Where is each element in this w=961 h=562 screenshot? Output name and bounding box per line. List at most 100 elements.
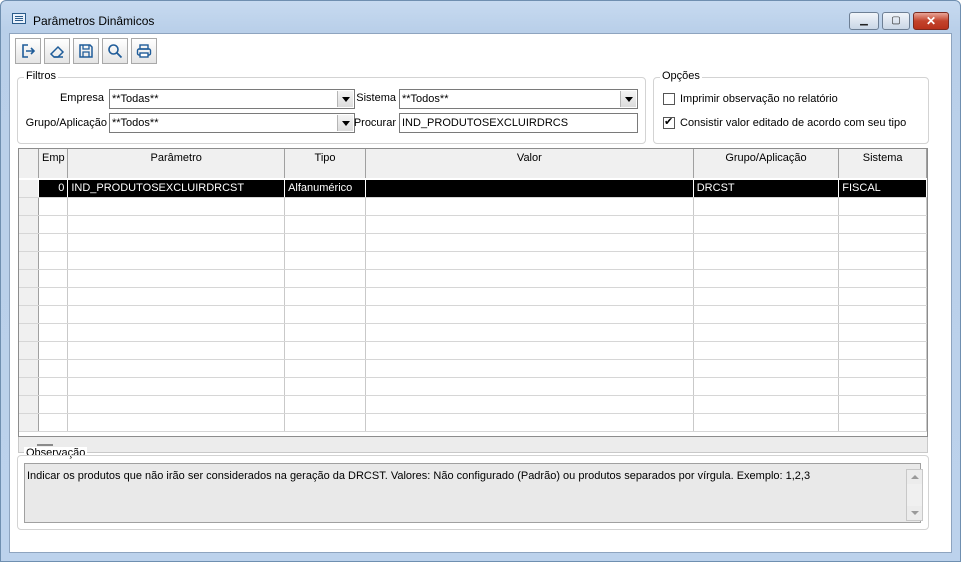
empty-cell[interactable] [365,359,694,378]
empty-cell[interactable] [365,323,694,342]
empty-cell[interactable] [284,323,366,342]
row-indicator[interactable] [19,251,40,270]
empty-cell[interactable] [365,341,694,360]
empty-cell[interactable] [365,233,694,252]
print-observation-checkbox[interactable]: Imprimir observação no relatório [663,93,838,105]
empty-cell[interactable] [838,251,927,270]
checkbox-box-checked[interactable] [663,115,675,129]
row-indicator[interactable] [19,323,40,342]
search-button[interactable] [102,38,128,64]
scroll-down-icon[interactable] [907,506,922,520]
table-row-empty[interactable] [19,413,927,432]
empty-cell[interactable] [38,215,69,234]
empty-cell[interactable] [365,287,694,306]
table-row-empty[interactable] [19,395,927,414]
empty-cell[interactable] [284,359,366,378]
empty-cell[interactable] [67,269,286,288]
empty-cell[interactable] [693,395,840,414]
empty-cell[interactable] [693,269,840,288]
empty-cell[interactable] [365,269,694,288]
procurar-input[interactable]: IND_PRODUTOSEXCLUIRDRCS [399,113,638,133]
empty-cell[interactable] [838,269,927,288]
empty-cell[interactable] [284,287,366,306]
empty-cell[interactable] [838,197,927,216]
chevron-down-icon[interactable] [337,91,353,107]
empty-cell[interactable] [693,251,840,270]
column-header-sistema[interactable]: Sistema [838,149,927,180]
empty-cell[interactable] [67,197,286,216]
empty-cell[interactable] [365,251,694,270]
print-button[interactable] [131,38,157,64]
empty-cell[interactable] [284,413,366,432]
table-row-empty[interactable] [19,377,927,396]
grupo-select[interactable]: **Todos** [109,113,355,133]
exit-button[interactable] [15,38,41,64]
empty-cell[interactable] [67,413,286,432]
empty-cell[interactable] [693,359,840,378]
empty-cell[interactable] [838,377,927,396]
empresa-select[interactable]: **Todas** [109,89,355,109]
empty-cell[interactable] [365,197,694,216]
empty-cell[interactable] [365,215,694,234]
empty-cell[interactable] [365,305,694,324]
row-indicator[interactable] [19,377,40,396]
empty-cell[interactable] [284,251,366,270]
column-header-tipo[interactable]: Tipo [284,149,366,180]
empty-cell[interactable] [38,305,69,324]
table-row-empty[interactable] [19,197,927,216]
empty-cell[interactable] [38,287,69,306]
empty-cell[interactable] [67,305,286,324]
empty-cell[interactable] [365,413,694,432]
clear-button[interactable] [44,38,70,64]
table-row-empty[interactable] [19,251,927,270]
cell-sistema[interactable]: FISCAL [838,178,927,198]
empty-cell[interactable] [38,269,69,288]
table-row-empty[interactable] [19,269,927,288]
empty-cell[interactable] [284,233,366,252]
scroll-up-icon[interactable] [907,470,922,484]
empty-cell[interactable] [365,395,694,414]
empty-cell[interactable] [38,359,69,378]
row-indicator[interactable] [19,305,40,324]
empty-cell[interactable] [38,323,69,342]
empty-cell[interactable] [284,269,366,288]
empty-cell[interactable] [284,305,366,324]
empty-cell[interactable] [284,197,366,216]
row-indicator[interactable] [19,287,40,306]
empty-cell[interactable] [38,395,69,414]
chevron-down-icon[interactable] [620,91,636,107]
row-indicator[interactable] [19,197,40,216]
row-indicator[interactable] [19,341,40,360]
column-header-emp[interactable]: Emp [38,149,69,180]
empty-cell[interactable] [838,305,927,324]
column-header-grupo[interactable]: Grupo/Aplicação [693,149,840,180]
cell-grupo[interactable]: DRCST [693,178,840,198]
empty-cell[interactable] [38,377,69,396]
cell-valor[interactable] [365,178,694,198]
empty-cell[interactable] [365,377,694,396]
row-indicator[interactable] [19,413,40,432]
minimize-button[interactable]: ▁ [849,12,879,30]
validate-value-checkbox[interactable]: Consistir valor editado de acordo com se… [663,115,906,129]
empty-cell[interactable] [838,395,927,414]
save-button[interactable] [73,38,99,64]
empty-cell[interactable] [67,323,286,342]
empty-cell[interactable] [693,341,840,360]
empty-cell[interactable] [838,233,927,252]
empty-cell[interactable] [284,377,366,396]
empty-cell[interactable] [67,251,286,270]
empty-cell[interactable] [838,413,927,432]
table-row-empty[interactable] [19,341,927,360]
empty-cell[interactable] [693,323,840,342]
empty-cell[interactable] [838,323,927,342]
row-indicator[interactable] [19,395,40,414]
empty-cell[interactable] [67,215,286,234]
cell-emp[interactable]: 0 [38,178,69,198]
row-indicator[interactable] [19,269,40,288]
empty-cell[interactable] [38,413,69,432]
empty-cell[interactable] [67,233,286,252]
row-indicator[interactable] [19,178,40,198]
empty-cell[interactable] [67,359,286,378]
title-bar[interactable]: Parâmetros Dinâmicos ▁ ▢ ✕ [1,1,960,31]
table-row-empty[interactable] [19,359,927,378]
